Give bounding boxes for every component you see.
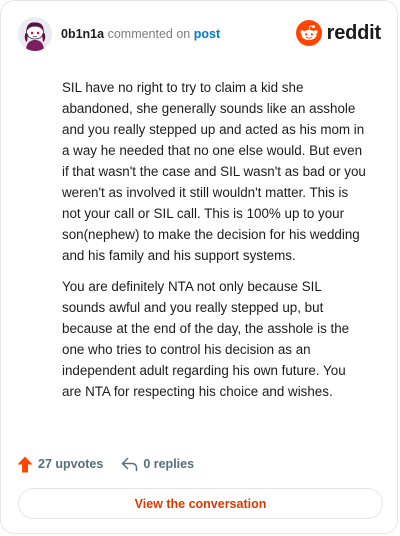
reply-arrow-icon bbox=[122, 457, 138, 471]
upvote-button[interactable]: 27 upvotes bbox=[17, 456, 103, 473]
comment-paragraph-2: You are definitely NTA not only because … bbox=[62, 279, 350, 399]
user-avatar[interactable] bbox=[18, 17, 52, 51]
comment-body: SIL have no right to try to claim a kid … bbox=[62, 77, 368, 412]
upvote-arrow-icon bbox=[17, 456, 33, 472]
comment-meta: 0b1n1a commented on post bbox=[61, 26, 220, 42]
post-link[interactable]: post bbox=[194, 27, 220, 41]
comment-card: 0b1n1a commented on post reddit SIL have… bbox=[0, 0, 398, 534]
replies-count: 0 replies bbox=[143, 457, 195, 471]
snoo-avatar-icon bbox=[18, 17, 52, 51]
username-link[interactable]: 0b1n1a bbox=[61, 27, 104, 41]
comment-actions: 27 upvotes 0 replies bbox=[17, 453, 194, 475]
upvotes-count: 27 upvotes bbox=[38, 457, 104, 471]
comment-header: 0b1n1a commented on post reddit bbox=[18, 17, 381, 51]
reddit-logo[interactable]: reddit bbox=[295, 20, 382, 46]
reply-button[interactable]: 0 replies bbox=[121, 457, 194, 472]
reddit-wordmark: reddit bbox=[326, 21, 382, 44]
view-conversation-button[interactable]: View the conversation bbox=[18, 488, 383, 519]
reddit-snoo-icon bbox=[295, 20, 322, 46]
commented-on-label: commented on bbox=[107, 27, 191, 41]
comment-paragraph-1: SIL have no right to try to claim a kid … bbox=[62, 80, 366, 263]
